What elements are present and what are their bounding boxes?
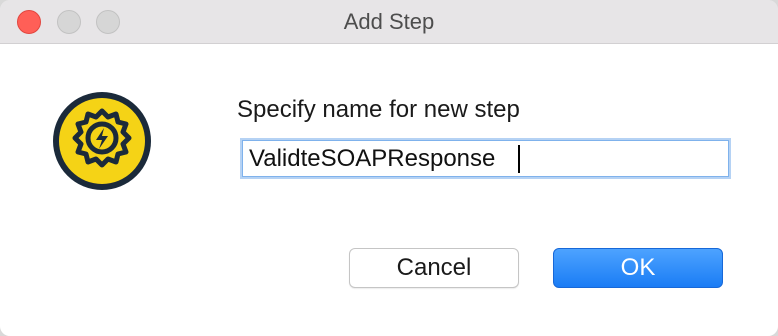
cancel-button[interactable]: Cancel <box>349 248 519 288</box>
step-name-prompt: Specify name for new step <box>237 96 520 123</box>
title-bar: Add Step <box>0 0 778 44</box>
soapui-gear-lightning-icon <box>53 92 151 190</box>
step-name-input[interactable] <box>240 138 731 179</box>
text-caret <box>518 145 520 173</box>
ok-button[interactable]: OK <box>553 248 723 288</box>
add-step-dialog: Add Step Specify name for new step Cance… <box>0 0 778 336</box>
window-title: Add Step <box>343 9 435 34</box>
